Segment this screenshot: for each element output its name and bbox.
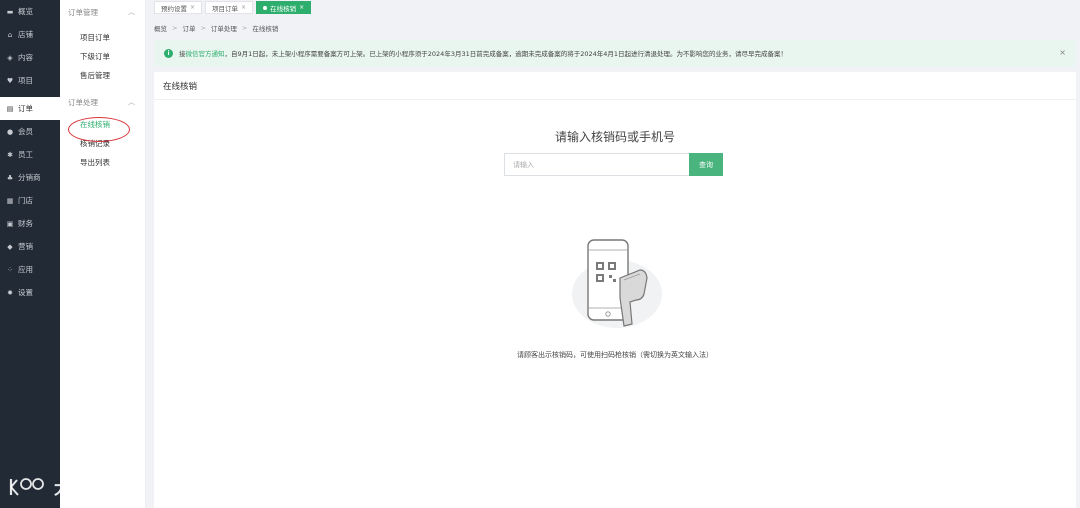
nav-item-label: 订单 — [18, 104, 33, 113]
submenu-group-header-order-management[interactable]: 订单管理 ︿ — [60, 0, 145, 24]
nav-item-4[interactable]: ▤ 订单 — [0, 97, 60, 120]
submenu-item-export-list[interactable]: 导出列表 — [60, 153, 145, 172]
info-icon: i — [164, 48, 173, 58]
main-nav: ▬ 概览 ⌂ 店铺 ◈ 内容 ♥ 项目 ▤ 订单 ● 会员 ✱ 员工 ♣ 分销商 ▦ 门店 ▣ 财务 ◆ 营销 ⁘ 应用 ✹ 设置 — [0, 0, 60, 508]
nav-item-8[interactable]: ▦ 门店 — [0, 189, 60, 212]
nav-item-label: 员工 — [18, 150, 33, 159]
tab-label: 在线核销 — [270, 4, 297, 13]
home-icon: ⌂ — [7, 30, 13, 39]
settings-icon: ✹ — [7, 288, 13, 297]
breadcrumb-separator-icon: > — [241, 24, 248, 32]
user-icon: ● — [6, 127, 14, 136]
close-icon[interactable]: × — [299, 4, 304, 11]
submenu-panel: 订单管理 ︿ 项目订单 下级订单 售后管理 订单处理 ︿ 在线核销 核销记录 导… — [60, 0, 146, 508]
close-icon[interactable]: × — [1059, 48, 1066, 57]
query-button[interactable]: 查询 — [689, 153, 723, 176]
chevron-up-icon: ︿ — [128, 8, 135, 16]
nav-item-10[interactable]: ◆ 营销 — [0, 235, 60, 258]
layers-icon: ◈ — [7, 53, 13, 62]
nav-item-6[interactable]: ✱ 员工 — [0, 143, 60, 166]
breadcrumb-item[interactable]: 概览 — [154, 23, 167, 33]
watermark-text: 大数跨境 — [54, 479, 126, 499]
gear-badge-icon: ✱ — [7, 150, 13, 159]
nav-item-label: 财务 — [18, 219, 33, 228]
verify-code-input[interactable] — [504, 153, 689, 176]
nav-item-12[interactable]: ✹ 设置 — [0, 281, 60, 304]
breadcrumb-item[interactable]: 订单处理 — [211, 23, 237, 33]
nav-item-label: 营销 — [18, 242, 33, 251]
apps-grid-icon: ⁘ — [7, 265, 13, 274]
notice-link[interactable]: 微信官方通知 — [186, 48, 225, 58]
watermark: 大数跨境 — [8, 474, 126, 499]
breadcrumb: 概览 > 订单 > 订单处理 > 在线核销 — [154, 20, 278, 36]
verify-prompt: 请输入核销码或手机号 — [554, 130, 675, 144]
breadcrumb-item[interactable]: 订单 — [182, 23, 195, 33]
wallet-icon: ▣ — [6, 219, 14, 228]
nav-item-label: 应用 — [18, 265, 33, 274]
submenu-group-title: 订单管理 — [68, 7, 98, 17]
submenu-item-sub-orders[interactable]: 下级订单 — [60, 47, 145, 66]
nav-item-label: 设置 — [18, 288, 33, 297]
tab-2[interactable]: 在线核销 × — [256, 1, 312, 14]
nav-item-label: 内容 — [18, 53, 33, 62]
tab-0[interactable]: 预约设置 × — [154, 1, 203, 14]
breadcrumb-separator-icon: > — [200, 24, 206, 32]
submenu-item-verify-records[interactable]: 核销记录 — [60, 134, 145, 153]
tab-1[interactable]: 项目订单 × — [205, 1, 254, 14]
nav-item-5[interactable]: ● 会员 — [0, 120, 60, 143]
close-icon[interactable]: × — [241, 4, 246, 11]
tag-icon: ◆ — [7, 242, 13, 251]
nav-item-0[interactable]: ▬ 概览 — [0, 0, 60, 23]
nav-item-label: 店铺 — [18, 30, 33, 39]
nav-item-3[interactable]: ♥ 项目 — [0, 69, 60, 92]
nav-item-label: 分销商 — [18, 173, 41, 182]
notice-banner: i 接 微信官方通知 ，自9月1日起，未上架小程序需要备案方可上架。已上架的小程… — [154, 40, 1076, 66]
main-area: 预约设置 × 项目订单 × 在线核销 × 概览 > 订单 > 订单处理 > 在线核销 i 接 微信官方… — [146, 0, 1080, 508]
submenu-group-title: 订单处理 — [68, 97, 98, 107]
active-dot-icon — [263, 5, 268, 10]
breadcrumb-item: 在线核销 — [252, 25, 279, 33]
chevron-up-icon: ︿ — [128, 98, 135, 106]
nav-item-9[interactable]: ▣ 财务 — [0, 212, 60, 235]
submenu-item-after-sales[interactable]: 售后管理 — [60, 66, 145, 85]
store-icon: ▦ — [6, 196, 14, 205]
nav-item-label: 项目 — [18, 76, 33, 85]
org-tree-icon: ♣ — [6, 173, 14, 182]
submenu-item-online-verify[interactable]: 在线核销 — [60, 115, 145, 134]
nav-item-label: 概览 — [18, 7, 33, 16]
nav-item-label: 门店 — [18, 196, 33, 205]
submenu-item-project-orders[interactable]: 项目订单 — [60, 28, 145, 47]
submenu-group-header-order-processing[interactable]: 订单处理 ︿ — [60, 90, 145, 114]
notice-text: ，自9月1日起，未上架小程序需要备案方可上架。已上架的小程序须于2024年3月3… — [224, 50, 788, 58]
tab-label: 项目订单 — [212, 4, 239, 13]
nav-item-label: 会员 — [18, 127, 33, 136]
nav-item-7[interactable]: ♣ 分销商 — [0, 166, 60, 189]
breadcrumb-separator-icon: > — [172, 24, 178, 32]
tab-bar: 预约设置 × 项目订单 × 在线核销 × — [146, 0, 1080, 14]
tab-label: 预约设置 — [161, 4, 187, 13]
nav-item-1[interactable]: ⌂ 店铺 — [0, 23, 60, 46]
phone-scanner-illustration-icon — [572, 239, 662, 328]
close-icon[interactable]: × — [190, 4, 195, 11]
heart-icon: ♥ — [6, 76, 14, 85]
nav-item-11[interactable]: ⁘ 应用 — [0, 258, 60, 281]
card-title: 在线核销 — [154, 72, 1076, 100]
verify-search-row: 查询 — [504, 153, 723, 176]
monitor-icon: ▬ — [6, 7, 14, 16]
nav-item-2[interactable]: ◈ 内容 — [0, 46, 60, 69]
document-icon: ▤ — [6, 104, 14, 113]
verify-card: 在线核销 请输入核销码或手机号 查询 — [154, 72, 1076, 508]
verify-hint: 请顾客出示核销码，可使用扫码枪核销（需切换为英文输入法） — [517, 351, 713, 359]
watermark-logo-icon — [9, 477, 44, 496]
